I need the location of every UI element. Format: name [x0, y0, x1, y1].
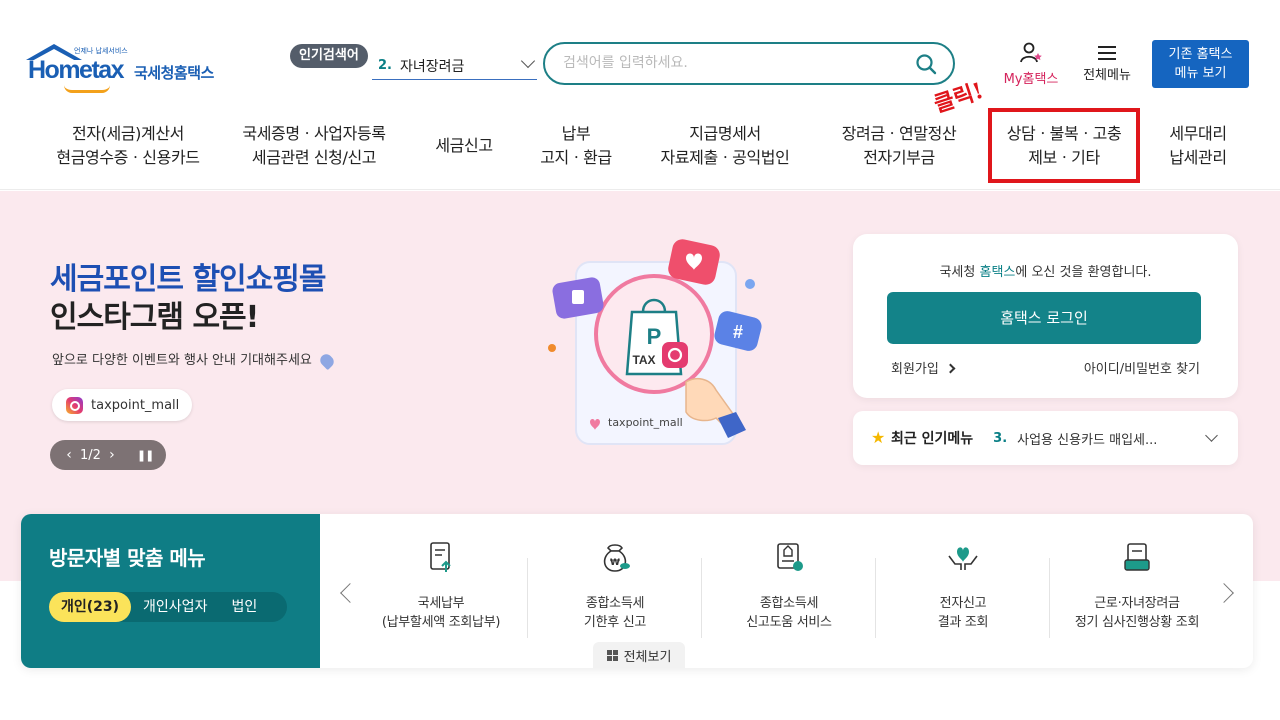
- visitor-menu-label: 근로·자녀장려금 정기 심사진행상황 조회: [1074, 596, 1200, 630]
- popular-menu-ticker[interactable]: ★ 최근 인기메뉴 3. 사업용 신용카드 매입세...: [853, 411, 1238, 465]
- visitor-menu-label: 국세납부 (납부할세액 조회납부): [381, 596, 501, 630]
- view-all-button[interactable]: 전체보기: [593, 642, 685, 668]
- popular-search-rank: 2.: [378, 58, 392, 73]
- signup-link[interactable]: 회원가입: [891, 358, 956, 377]
- all-menu-label: 전체메뉴: [1083, 68, 1131, 83]
- legacy-hometax-button[interactable]: 기존 홈택스 메뉴 보기: [1152, 40, 1249, 88]
- banner-pager: ‹ 1/2 › ❚❚: [50, 440, 166, 470]
- document-upload-icon: [430, 542, 451, 572]
- legacy-button-line2: 메뉴 보기: [1174, 66, 1227, 81]
- gnb-item-payment-refund[interactable]: 납부 고지ㆍ환급: [530, 122, 622, 170]
- heart-hands-icon: [948, 547, 978, 570]
- click-highlight-box: [988, 108, 1140, 183]
- bag-letter: P: [647, 324, 662, 349]
- document-stack-icon: [1124, 543, 1150, 571]
- money-bag-icon: ₩: [603, 544, 630, 572]
- welcome-prefix: 국세청: [939, 265, 980, 280]
- search-input[interactable]: [563, 44, 903, 82]
- gnb-item-statements[interactable]: 지급명세서 자료제출ㆍ공익법인: [646, 122, 804, 170]
- login-card: 국세청 홈택스에 오신 것을 환영합니다. 홈택스 로그인 회원가입 아이디/비…: [853, 234, 1238, 398]
- visitor-menu-item-incentive-status[interactable]: 근로·자녀장려금 정기 심사진행상황 조회: [1050, 540, 1224, 640]
- logo-wordmark: Hometax: [28, 55, 125, 84]
- site-header: 언제나 납세서비스 Hometax 국세청홈택스 인기검색어 2. 자녀장려금 …: [0, 0, 1280, 190]
- visitor-menu-item-filing-help[interactable]: 종합소득세 신고도움 서비스: [702, 540, 876, 640]
- dot-decoration: [745, 279, 755, 289]
- hero-description: 앞으로 다양한 이벤트와 행사 안내 기대해주세요: [52, 349, 337, 370]
- pause-icon[interactable]: ❚❚: [137, 449, 154, 462]
- hamburger-icon: [1098, 46, 1116, 60]
- popular-menu-rank: 3.: [993, 430, 1008, 446]
- illustration-handle: taxpoint_mall: [608, 416, 683, 429]
- pager-status: 1/2: [80, 447, 101, 463]
- instagram-badge-icon: [662, 342, 688, 368]
- pager-next-button[interactable]: ›: [101, 447, 123, 463]
- popular-menu-item: 사업용 신용카드 매입세...: [1017, 432, 1158, 448]
- popular-search-badge: 인기검색어: [290, 44, 368, 68]
- legacy-button-line1: 기존 홈택스: [1168, 47, 1233, 62]
- chevron-down-icon: [520, 53, 536, 69]
- my-hometax-button[interactable]: My홈택스: [998, 42, 1064, 88]
- popular-menu-title: 최근 인기메뉴: [891, 431, 974, 447]
- hometax-logo[interactable]: 언제나 납세서비스 Hometax 국세청홈택스: [24, 40, 234, 95]
- visitor-type-tabs: 개인(23) 개인사업자 법인: [49, 592, 287, 622]
- gnb-item-e-invoice[interactable]: 전자(세금)계산서 현금영수증ㆍ신용카드: [42, 122, 214, 170]
- view-all-label: 전체보기: [623, 649, 672, 665]
- grid-icon: [606, 649, 618, 661]
- instagram-link[interactable]: taxpoint_mall: [52, 389, 192, 421]
- chevron-down-icon[interactable]: [1205, 429, 1218, 442]
- visitor-menu-title: 방문자별 맞춤 메뉴: [49, 546, 206, 570]
- popular-search-select[interactable]: 2. 자녀장려금: [372, 52, 537, 80]
- logo-tagline: 언제나 납세서비스: [74, 46, 128, 55]
- visitor-menu-label: 종합소득세 신고도움 서비스: [746, 596, 832, 630]
- popular-search-term: 자녀장려금: [399, 58, 465, 75]
- my-hometax-label: My홈택스: [1003, 72, 1059, 87]
- login-button[interactable]: 홈택스 로그인: [887, 292, 1201, 344]
- welcome-brand: 홈택스: [979, 265, 1016, 280]
- bag-text: TAX: [632, 353, 655, 367]
- search-box: [543, 42, 955, 85]
- visitor-menu-header: 방문자별 맞춤 메뉴 개인(23) 개인사업자 법인: [21, 514, 320, 668]
- find-account-link[interactable]: 아이디/비밀번호 찾기: [1084, 358, 1200, 377]
- chevron-right-icon: [945, 363, 956, 374]
- gnb-item-incentives[interactable]: 장려금ㆍ연말정산 전자기부금: [830, 122, 968, 170]
- search-icon[interactable]: [915, 53, 937, 75]
- visitor-menu-item-tax-payment[interactable]: 국세납부 (납부할세액 조회납부): [354, 540, 528, 640]
- heart-icon: [317, 351, 337, 370]
- tab-corporation[interactable]: 법인: [219, 592, 269, 622]
- instagram-shop-illustration: P TAX # taxpoint_mall: [548, 239, 762, 445]
- gnb-item-tax-filing[interactable]: 세금신고: [422, 134, 506, 158]
- visitor-menu-label: 종합소득세 기한후 신고: [583, 596, 647, 630]
- svg-text:₩: ₩: [610, 558, 620, 568]
- welcome-message: 국세청 홈택스에 오신 것을 환영합니다.: [853, 261, 1238, 280]
- instagram-icon: [66, 396, 83, 414]
- hero-description-text: 앞으로 다양한 이벤트와 행사 안내 기대해주세요: [52, 353, 312, 368]
- dot-decoration: [548, 344, 556, 352]
- pager-prev-button[interactable]: ‹: [58, 447, 80, 463]
- star-icon: ★: [871, 428, 886, 447]
- logo-swoosh: [64, 85, 110, 93]
- hero-title-line2: 인스타그램 오픈!: [50, 300, 259, 335]
- visitor-menu-item-late-filing[interactable]: ₩ 종합소득세 기한후 신고: [528, 540, 702, 640]
- signup-label: 회원가입: [891, 362, 939, 377]
- tab-individual[interactable]: 개인(23): [49, 592, 132, 622]
- document-award-icon: [777, 543, 803, 571]
- logo-mark: 언제나 납세서비스 Hometax: [24, 42, 132, 94]
- hashtag-symbol: #: [733, 322, 743, 342]
- instagram-handle: taxpoint_mall: [91, 397, 180, 413]
- tab-sole-proprietor[interactable]: 개인사업자: [131, 592, 219, 622]
- welcome-suffix: 에 오신 것을 환영합니다.: [1015, 265, 1152, 280]
- visitor-menu-item-e-filing-result[interactable]: 전자신고 결과 조회: [876, 540, 1050, 640]
- user-icon: [1020, 42, 1042, 63]
- gnb-item-certificates[interactable]: 국세증명ㆍ사업자등록 세금관련 신청/신고: [232, 122, 396, 170]
- all-menu-button[interactable]: 전체메뉴: [1076, 42, 1138, 88]
- gnb-item-tax-agent[interactable]: 세무대리 납세관리: [1156, 122, 1240, 170]
- visitor-menu-label: 전자신고 결과 조회: [937, 596, 989, 630]
- logo-name: 국세청홈택스: [134, 64, 214, 82]
